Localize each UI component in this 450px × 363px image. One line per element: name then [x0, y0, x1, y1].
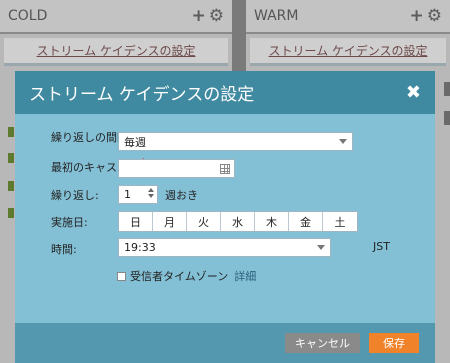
flag-icon — [8, 181, 14, 191]
chevron-down-icon — [339, 139, 347, 144]
column-warm-header: WARM + ⚙ — [246, 0, 450, 34]
recipient-timezone-checkbox[interactable] — [117, 271, 126, 281]
time-select[interactable]: 19:33 — [118, 238, 331, 257]
flag-icon — [8, 127, 14, 137]
gear-icon[interactable]: ⚙ — [427, 6, 442, 26]
plus-icon[interactable]: + — [410, 6, 424, 26]
recipient-timezone-option[interactable]: 受信者タイムゾーン 詳細 — [117, 268, 256, 284]
repeat-stepper[interactable]: 1 — [118, 185, 158, 204]
cold-cadence-link[interactable]: ストリーム ケイデンスの設定 — [4, 38, 228, 66]
dialog-header: ストリーム ケイデンスの設定 ✖ — [15, 71, 435, 114]
flag-icon — [8, 153, 14, 163]
dialog-footer: キャンセル 保存 — [15, 323, 435, 363]
time-label: 時間: — [51, 243, 77, 256]
stepper-arrows-icon[interactable] — [148, 188, 154, 198]
scroll-marker — [444, 82, 450, 96]
day-sun[interactable]: 日 — [119, 212, 153, 231]
day-sat[interactable]: 土 — [323, 212, 357, 231]
save-button[interactable]: 保存 — [369, 333, 419, 353]
stream-cadence-dialog: ストリーム ケイデンスの設定 ✖ 繰り返しの間隔: 毎週 最初のキャスト: * … — [15, 71, 435, 363]
scroll-marker — [444, 111, 450, 125]
calendar-icon[interactable] — [220, 164, 230, 174]
day-wed[interactable]: 水 — [221, 212, 255, 231]
gear-icon[interactable]: ⚙ — [209, 6, 224, 26]
repeat-label: 繰り返し: — [51, 189, 99, 202]
weekday-selector: 日 月 火 水 木 金 土 — [118, 211, 358, 232]
column-cold-title: COLD — [8, 8, 48, 24]
interval-select[interactable]: 毎週 — [118, 132, 353, 151]
close-icon[interactable]: ✖ — [406, 82, 421, 103]
interval-value: 毎週 — [124, 135, 146, 149]
details-link[interactable]: 詳細 — [234, 268, 256, 284]
column-cold-header: COLD + ⚙ — [0, 0, 232, 34]
day-tue[interactable]: 火 — [187, 212, 221, 231]
day-thu[interactable]: 木 — [255, 212, 289, 231]
repeat-value: 1 — [124, 188, 131, 201]
days-label: 実施日: — [51, 216, 88, 229]
column-warm-title: WARM — [254, 8, 299, 24]
first-cast-input[interactable] — [118, 159, 235, 178]
flag-icon — [8, 208, 14, 218]
plus-icon[interactable]: + — [192, 6, 206, 26]
day-mon[interactable]: 月 — [153, 212, 187, 231]
dialog-title: ストリーム ケイデンスの設定 — [29, 85, 255, 105]
day-fri[interactable]: 金 — [289, 212, 323, 231]
timezone-label: JST — [373, 240, 390, 253]
time-value: 19:33 — [124, 241, 156, 254]
warm-cadence-link[interactable]: ストリーム ケイデンスの設定 — [250, 38, 446, 66]
cancel-button[interactable]: キャンセル — [285, 333, 360, 353]
chevron-down-icon — [317, 245, 325, 250]
recipient-timezone-label: 受信者タイムゾーン — [130, 270, 229, 283]
repeat-unit: 週おき — [165, 189, 198, 202]
